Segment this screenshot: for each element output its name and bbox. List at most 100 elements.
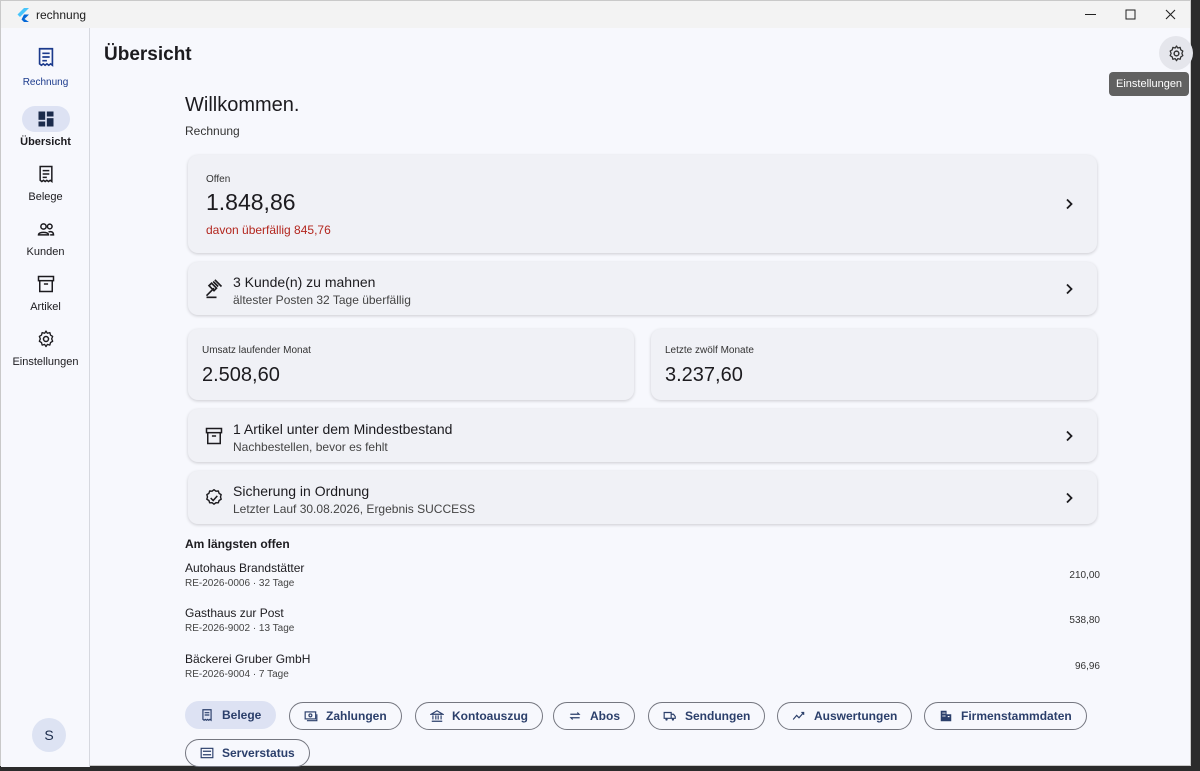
chip-abos[interactable]: Abos xyxy=(553,702,635,730)
chip-label: Sendungen xyxy=(685,709,751,723)
chip-zahlungen[interactable]: Zahlungen xyxy=(289,702,402,730)
open-amount-card[interactable]: Offen 1.848,86 davon überfällig 845,76 xyxy=(188,155,1097,253)
rail-item-label: Artikel xyxy=(30,301,61,313)
main-content: Übersicht Einstellungen Willkommen. Rech… xyxy=(91,28,1193,767)
open-value: 1.848,86 xyxy=(206,189,296,215)
chip-sendungen[interactable]: Sendungen xyxy=(648,702,766,730)
welcome-title: Willkommen. xyxy=(185,94,300,116)
revenue-year-card: Letzte zwölf Monate 3.237,60 xyxy=(651,329,1097,400)
repeat-icon xyxy=(569,712,581,720)
invoice-amount: 210,00 xyxy=(1069,570,1100,581)
rail-item-label: Kunden xyxy=(26,246,65,258)
truck-icon xyxy=(663,711,676,721)
minimize-button[interactable] xyxy=(1070,1,1110,28)
backup-subtitle: Letzter Lauf 30.08.2026, Ergebnis SUCCES… xyxy=(233,502,476,516)
dunning-card[interactable]: 3 Kunde(n) zu mahnen ältester Posten 32 … xyxy=(188,262,1097,315)
close-icon xyxy=(1165,9,1175,20)
list-item[interactable]: Gasthaus zur Post RE-2026-9002 · 13 Tage… xyxy=(185,606,1100,646)
stock-subtitle: Nachbestellen, bevor es fehlt xyxy=(233,440,388,454)
chevron-right-icon xyxy=(1066,492,1073,503)
dunning-subtitle: ältester Posten 32 Tage überfällig xyxy=(233,293,411,307)
rail-item-label: Belege xyxy=(28,191,63,203)
overdue-text: davon überfällig 845,76 xyxy=(206,223,331,237)
chip-label: Zahlungen xyxy=(326,709,387,723)
chevron-right-icon xyxy=(1066,430,1073,441)
longest-open-heading: Am längsten offen xyxy=(185,537,290,551)
flutter-logo-icon xyxy=(17,7,29,22)
verified-icon xyxy=(206,488,222,505)
rail-item-belege[interactable]: Belege xyxy=(1,161,90,203)
chevron-right-icon xyxy=(1066,283,1073,294)
revenue-year-value: 3.237,60 xyxy=(665,364,743,386)
customer-name: Autohaus Brandstätter xyxy=(185,561,305,575)
chip-label: Abos xyxy=(590,709,620,723)
rail-brand-label: Rechnung xyxy=(22,77,69,88)
close-button[interactable] xyxy=(1150,1,1190,28)
revenue-year-label: Letzte zwölf Monate xyxy=(665,345,754,356)
revenue-month-card: Umsatz laufender Monat 2.508,60 xyxy=(188,329,634,400)
chip-label: Belege xyxy=(222,708,262,722)
maximize-icon xyxy=(1125,9,1135,20)
settings-button[interactable] xyxy=(1159,36,1193,70)
chip-firmenstammdaten[interactable]: Firmenstammdaten xyxy=(924,702,1087,730)
gear-icon xyxy=(38,330,53,348)
rail-brand[interactable]: Rechnung xyxy=(1,46,90,88)
rail-item-label: Übersicht xyxy=(20,136,71,148)
chip-serverstatus[interactable]: Serverstatus xyxy=(185,739,310,767)
list-item[interactable]: Bäckerei Gruber GmbH RE-2026-9004 · 7 Ta… xyxy=(185,652,1100,692)
building-icon xyxy=(940,710,952,722)
chip-label: Kontoauszug xyxy=(452,709,528,723)
invoice-meta: RE-2026-9004 · 7 Tage xyxy=(185,669,289,680)
invoice-meta: RE-2026-0006 · 32 Tage xyxy=(185,578,295,589)
receipt-icon xyxy=(202,709,212,722)
server-icon xyxy=(200,747,214,759)
chip-label: Serverstatus xyxy=(222,746,295,760)
chip-belege[interactable]: Belege xyxy=(185,701,277,729)
chip-label: Firmenstammdaten xyxy=(961,709,1072,723)
chip-auswertungen[interactable]: Auswertungen xyxy=(777,702,913,730)
chip-kontoauszug[interactable]: Kontoauszug xyxy=(415,702,543,730)
app-window: rechnung Rechnung Übersicht Belege Kunde… xyxy=(0,0,1193,767)
title-bar: rechnung xyxy=(1,1,1190,28)
rail-item-label: Einstellungen xyxy=(12,356,79,368)
gear-icon xyxy=(1169,44,1183,61)
minimize-icon xyxy=(1084,14,1096,15)
payments-icon xyxy=(304,711,318,722)
dashboard-icon xyxy=(38,111,53,127)
revenue-month-value: 2.508,60 xyxy=(202,364,280,386)
open-label: Offen xyxy=(206,174,231,185)
invoice-amount: 96,96 xyxy=(1074,661,1100,672)
rail-item-uebersicht[interactable]: Übersicht xyxy=(1,106,90,148)
settings-tooltip: Einstellungen xyxy=(1109,72,1190,96)
gavel-icon xyxy=(205,278,223,298)
rail-item-kunden[interactable]: Kunden xyxy=(1,216,90,258)
chevron-right-icon xyxy=(1066,198,1073,210)
backup-title: Sicherung in Ordnung xyxy=(233,483,370,499)
customer-name: Bäckerei Gruber GmbH xyxy=(185,652,311,666)
rail-item-artikel[interactable]: Artikel xyxy=(1,271,90,313)
receipt-icon xyxy=(38,165,53,183)
receipt-icon xyxy=(38,47,53,67)
invoice-amount: 538,80 xyxy=(1069,615,1100,626)
backup-card[interactable]: Sicherung in Ordnung Letzter Lauf 30.08.… xyxy=(188,471,1097,524)
archive-icon xyxy=(37,275,54,293)
chart-icon xyxy=(792,711,805,720)
invoice-meta: RE-2026-9002 · 13 Tage xyxy=(185,623,295,634)
archive-icon xyxy=(205,427,223,444)
chip-label: Auswertungen xyxy=(814,709,898,723)
page-title: Übersicht xyxy=(104,44,192,65)
window-title: rechnung xyxy=(36,7,87,22)
navigation-rail: Rechnung Übersicht Belege Kunden Artikel… xyxy=(1,28,90,767)
stock-card[interactable]: 1 Artikel unter dem Mindestbestand Nachb… xyxy=(188,409,1097,462)
stock-title: 1 Artikel unter dem Mindestbestand xyxy=(233,421,453,437)
list-item[interactable]: Autohaus Brandstätter RE-2026-0006 · 32 … xyxy=(185,561,1100,601)
welcome-subtitle: Rechnung xyxy=(185,124,240,138)
revenue-month-label: Umsatz laufender Monat xyxy=(202,345,311,356)
maximize-button[interactable] xyxy=(1110,1,1150,28)
user-avatar[interactable]: S xyxy=(32,718,66,752)
rail-item-einstellungen[interactable]: Einstellungen xyxy=(1,326,90,368)
people-icon xyxy=(37,223,54,236)
bank-icon xyxy=(430,710,444,722)
customer-name: Gasthaus zur Post xyxy=(185,606,284,620)
dunning-title: 3 Kunde(n) zu mahnen xyxy=(233,274,376,290)
